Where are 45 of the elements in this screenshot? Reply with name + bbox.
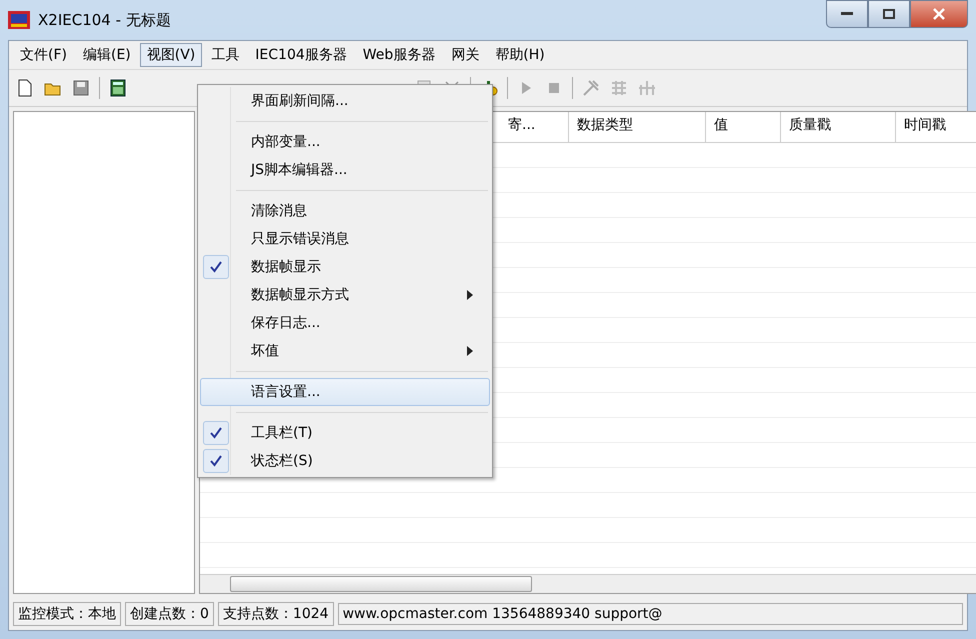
menu-item[interactable]: Web服务器 [356,43,442,67]
maximize-icon [883,9,895,19]
status-field: 支持点数：1024 [218,602,334,626]
calculator-icon[interactable] [108,78,128,98]
minimize-button[interactable] [826,0,868,28]
window-title: X2IEC104 - 无标题 [38,10,171,30]
column-header[interactable]: 值 [706,112,781,142]
checkmark-icon [210,455,222,467]
close-button[interactable] [910,0,968,28]
horizontal-scrollbar[interactable] [200,574,976,593]
status-field: www.opcmaster.com 13564889340 support@ [338,603,963,625]
minimize-icon [841,12,853,16]
status-field: 监控模式：本地 [13,602,121,626]
menu-item[interactable]: IEC104服务器 [248,43,354,67]
menu-item[interactable]: 帮助(H) [488,43,552,67]
app-icon [8,11,30,29]
menu-option[interactable]: 工具栏(T) [200,419,490,447]
close-icon [933,8,945,20]
save-icon[interactable] [71,78,91,98]
menu-option[interactable]: 坏值 [200,337,490,365]
menu-item[interactable]: 编辑(E) [76,43,138,67]
column-header[interactable]: 寄... [500,112,569,142]
status-field: 创建点数：0 [125,602,214,626]
menu-item[interactable]: 网关 [444,43,486,67]
submenu-arrow-icon [467,346,473,356]
menu-item[interactable]: 文件(F) [13,43,74,67]
menu-option[interactable]: 数据帧显示方式 [200,281,490,309]
checkmark-icon [210,427,222,439]
menu-option[interactable]: 界面刷新间隔... [200,87,490,115]
menu-option[interactable]: JS脚本编辑器... [200,156,490,184]
menu-option[interactable]: 状态栏(S) [200,447,490,475]
menu-option[interactable]: 数据帧显示 [200,253,490,281]
menu-option[interactable]: 语言设置... [200,378,490,406]
column-header[interactable]: 质量戳 [781,112,896,142]
checkmark-icon [210,261,222,273]
menu-option[interactable]: 清除消息 [200,197,490,225]
menu-item[interactable]: 视图(V) [140,43,202,67]
menu-item[interactable]: 工具 [204,43,246,67]
submenu-arrow-icon [467,290,473,300]
menu-option[interactable]: 只显示错误消息 [200,225,490,253]
menu-option[interactable]: 保存日志... [200,309,490,337]
maximize-button[interactable] [868,0,910,28]
column-header[interactable]: 数据类型 [569,112,706,142]
menu-option[interactable]: 内部变量... [200,128,490,156]
column-header[interactable]: 时间戳 [896,112,976,142]
